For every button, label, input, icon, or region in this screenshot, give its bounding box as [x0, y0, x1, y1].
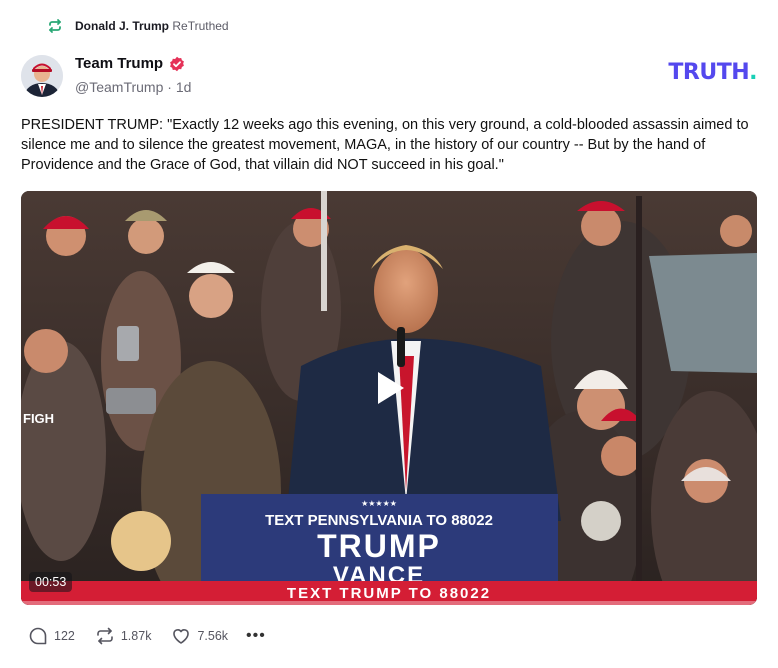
video-duration: 00:53: [29, 572, 73, 592]
play-button-icon[interactable]: [368, 367, 410, 409]
more-options-icon[interactable]: •••: [246, 627, 266, 645]
retruth-count: 1.87k: [120, 629, 152, 643]
retruth-icon: [47, 18, 63, 34]
action-bar: 122 1.87k 7.56k •••: [28, 626, 266, 646]
avatar[interactable]: [21, 55, 63, 97]
retruth-action-label: ReTruthed: [172, 19, 229, 33]
author-name-row: Team Trump: [75, 55, 185, 72]
reply-count: 122: [54, 629, 75, 643]
author-name[interactable]: Team Trump: [75, 55, 163, 72]
retruth-button[interactable]: 1.87k: [95, 626, 152, 646]
podium-stars: ★★★★★: [361, 499, 397, 508]
author-handle[interactable]: @TeamTrump: [75, 79, 163, 95]
banner-text: TEXT TRUMP TO 88022: [287, 585, 491, 602]
heart-icon: [173, 629, 190, 644]
podium-text-line1: TEXT PENNSYLVANIA TO 88022: [265, 512, 493, 529]
retruth-indicator: Donald J. Trump ReTruthed: [47, 18, 229, 34]
cap-text: FIGH: [23, 411, 54, 426]
reply-icon: [29, 627, 47, 645]
like-button[interactable]: 7.56k: [171, 626, 228, 646]
truth-social-logo[interactable]: TRUTH.: [668, 60, 757, 85]
post-text: PRESIDENT TRUMP: "Exactly 12 weeks ago t…: [21, 117, 749, 173]
retruth-user-link[interactable]: Donald J. Trump: [75, 19, 169, 33]
retruth-icon: [97, 627, 113, 645]
author-meta: @TeamTrump · 1d: [75, 79, 192, 95]
video-progress-bar[interactable]: [21, 601, 757, 605]
podium-text-line2: TRUMP: [317, 528, 441, 564]
verified-badge-icon: [169, 56, 185, 72]
reply-button[interactable]: 122: [28, 626, 75, 646]
like-count: 7.56k: [197, 629, 229, 643]
video-player[interactable]: ★★★★★ TEXT PENNSYLVANIA TO 88022 TRUMP V…: [21, 191, 757, 605]
post-age[interactable]: 1d: [176, 79, 192, 95]
